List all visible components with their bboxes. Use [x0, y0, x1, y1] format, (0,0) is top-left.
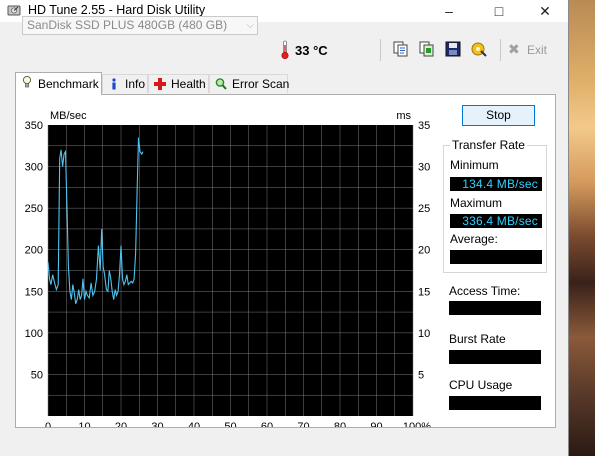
- minimize-button[interactable]: –: [426, 0, 472, 22]
- stop-button[interactable]: Stop: [462, 105, 535, 126]
- x-tick-label: 80: [334, 421, 346, 427]
- y-axis-unit-label: MB/sec: [50, 110, 87, 122]
- maximum-value: 336.4 MB/sec: [450, 214, 542, 228]
- y-tick-label: 300: [25, 162, 43, 174]
- x-tick-label: 0: [45, 421, 51, 427]
- transfer-rate-chart: 5010015020025030035051015202530350 10 20 30…: [25, 110, 432, 427]
- options-icon[interactable]: [470, 40, 488, 58]
- tab-benchmark[interactable]: Benchmark: [15, 72, 102, 95]
- copy-text-icon[interactable]: [392, 40, 410, 58]
- save-icon[interactable]: [444, 40, 462, 58]
- health-cross-icon: [154, 78, 166, 90]
- exit-label: Exit: [527, 43, 548, 57]
- tab-info[interactable]: Info: [102, 74, 148, 93]
- toolbar-separator: [500, 39, 501, 61]
- access-time-label: Access Time:: [449, 284, 521, 298]
- average-label: Average:: [450, 232, 498, 246]
- minimum-value: 134.4 MB/sec: [450, 177, 542, 191]
- close-button[interactable]: ✕: [522, 0, 568, 22]
- x-tick-label: 70: [297, 421, 309, 427]
- burst-rate-label: Burst Rate: [449, 332, 506, 346]
- access-time-value: [449, 301, 541, 315]
- x-tick-label: 100%: [403, 421, 431, 427]
- y-tick-label: 250: [25, 203, 43, 215]
- thermometer-icon: [281, 40, 289, 60]
- x-tick-label: 50: [224, 421, 236, 427]
- drive-select-value: SanDisk SSD PLUS 480GB (480 GB): [27, 18, 228, 32]
- burst-rate-value: [449, 350, 541, 364]
- y2-tick-label: 35: [418, 120, 430, 132]
- average-value: [450, 250, 542, 264]
- tab-health-label: Health: [171, 77, 206, 91]
- x-tick-label: 90: [370, 421, 382, 427]
- cpu-usage-label: CPU Usage: [449, 378, 513, 392]
- exit-icon: ✖: [508, 41, 520, 57]
- lightbulb-icon: [22, 75, 32, 88]
- tab-bar: Benchmark Info Health Error Scan: [15, 72, 555, 95]
- x-tick-label: 30: [151, 421, 163, 427]
- y2-tick-label: 15: [418, 286, 430, 298]
- y2-tick-label: 20: [418, 245, 430, 257]
- app-disk-icon: [7, 5, 21, 16]
- y2-tick-label: 25: [418, 203, 430, 215]
- maximize-button[interactable]: □: [476, 0, 522, 22]
- x-tick-label: 60: [261, 421, 273, 427]
- tab-info-label: Info: [125, 77, 146, 91]
- drive-select[interactable]: SanDisk SSD PLUS 480GB (480 GB) ⌵: [22, 16, 258, 35]
- window-title: HD Tune 2.55 - Hard Disk Utility: [28, 3, 206, 17]
- x-tick-label: 40: [188, 421, 200, 427]
- tab-health[interactable]: Health: [148, 74, 209, 93]
- y-tick-label: 350: [25, 120, 43, 132]
- y-tick-label: 50: [31, 369, 43, 381]
- transfer-rate-heading: Transfer Rate: [450, 138, 527, 152]
- exit-button[interactable]: ✖ Exit: [508, 40, 548, 60]
- y-tick-label: 100: [25, 328, 43, 340]
- desktop-wallpaper: [569, 0, 595, 456]
- copy-screenshot-icon[interactable]: [418, 40, 436, 58]
- x-tick-label: 20: [115, 421, 127, 427]
- temperature-readout: 33 °C: [295, 43, 328, 58]
- x-tick-label: 10: [78, 421, 90, 427]
- hdtune-window: HD Tune 2.55 - Hard Disk Utility – □ ✕ S…: [0, 0, 569, 456]
- tab-error-scan[interactable]: Error Scan: [209, 74, 290, 93]
- info-icon: [112, 78, 116, 90]
- y-tick-label: 200: [25, 245, 43, 257]
- benchmark-panel: 50 100 150 200 250 300 350 5 10 15 20 25 30 35 0 10 20 30…: [15, 94, 556, 428]
- toolbar-separator: [380, 39, 381, 61]
- y2-tick-label: 10: [418, 328, 430, 340]
- chevron-down-icon: ⌵: [246, 20, 254, 31]
- transfer-rate-group: Transfer Rate Minimum 134.4 MB/sec Maxim…: [443, 138, 547, 273]
- tab-benchmark-label: Benchmark: [38, 77, 99, 91]
- maximum-label: Maximum: [450, 196, 503, 210]
- cpu-usage-value: [449, 396, 541, 410]
- magnifier-icon: [215, 78, 227, 90]
- y2-tick-label: 30: [418, 162, 430, 174]
- tab-error-scan-label: Error Scan: [232, 77, 290, 91]
- minimum-label: Minimum: [450, 158, 499, 172]
- y2-axis-unit-label: ms: [396, 110, 411, 122]
- y2-tick-label: 5: [418, 369, 424, 381]
- y-tick-label: 150: [25, 286, 43, 298]
